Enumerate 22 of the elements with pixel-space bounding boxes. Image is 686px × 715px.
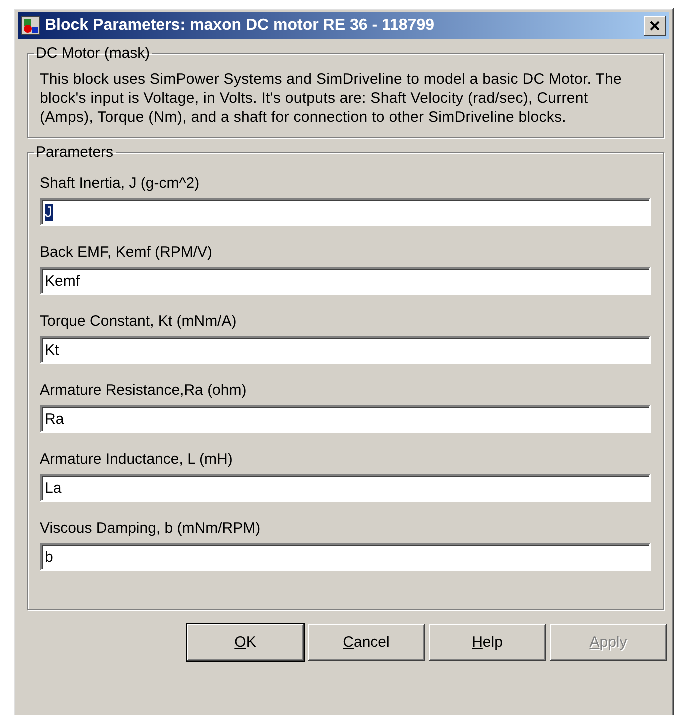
input-field[interactable]: b	[40, 543, 651, 571]
input-field[interactable]: J	[40, 198, 651, 226]
window-title: Block Parameters: maxon DC motor RE 36 - 118799	[45, 16, 436, 34]
close-icon	[650, 20, 660, 30]
cancel-button[interactable]: Cancel	[308, 624, 425, 661]
ok-button[interactable]: OK	[187, 624, 304, 661]
description-text: This block uses SimPower Systems and SimDriveline to model a basic DC Motor. The block's input is Voltage, in Volts. It's outputs are: Shaft Velocity (rad/sec), Current (Amps), Torque (Nm), and a shaft for connection to other SimDriveline blocks.	[40, 70, 623, 127]
field-label: Armature Resistance,Ra (ohm)	[40, 382, 248, 399]
group-title: Parameters	[35, 144, 115, 161]
input-field[interactable]: Kt	[40, 336, 651, 364]
field-label: Armature Inductance, L (mH)	[40, 451, 234, 468]
field-label: Torque Constant, Kt (mNm/A)	[40, 313, 238, 330]
field-label: Viscous Damping, b (mNm/RPM)	[40, 520, 262, 537]
input-field[interactable]: Kemf	[40, 267, 651, 295]
close-button[interactable]	[644, 16, 666, 36]
help-button[interactable]: Help	[429, 624, 546, 661]
input-field[interactable]: Ra	[40, 405, 651, 433]
field-label: Back EMF, Kemf (RPM/V)	[40, 244, 214, 261]
input-field[interactable]: La	[40, 474, 651, 502]
block-icon	[21, 16, 41, 36]
field-label: Shaft Inertia, J (g-cm^2)	[40, 175, 201, 192]
group-title: DC Motor (mask)	[35, 45, 152, 62]
